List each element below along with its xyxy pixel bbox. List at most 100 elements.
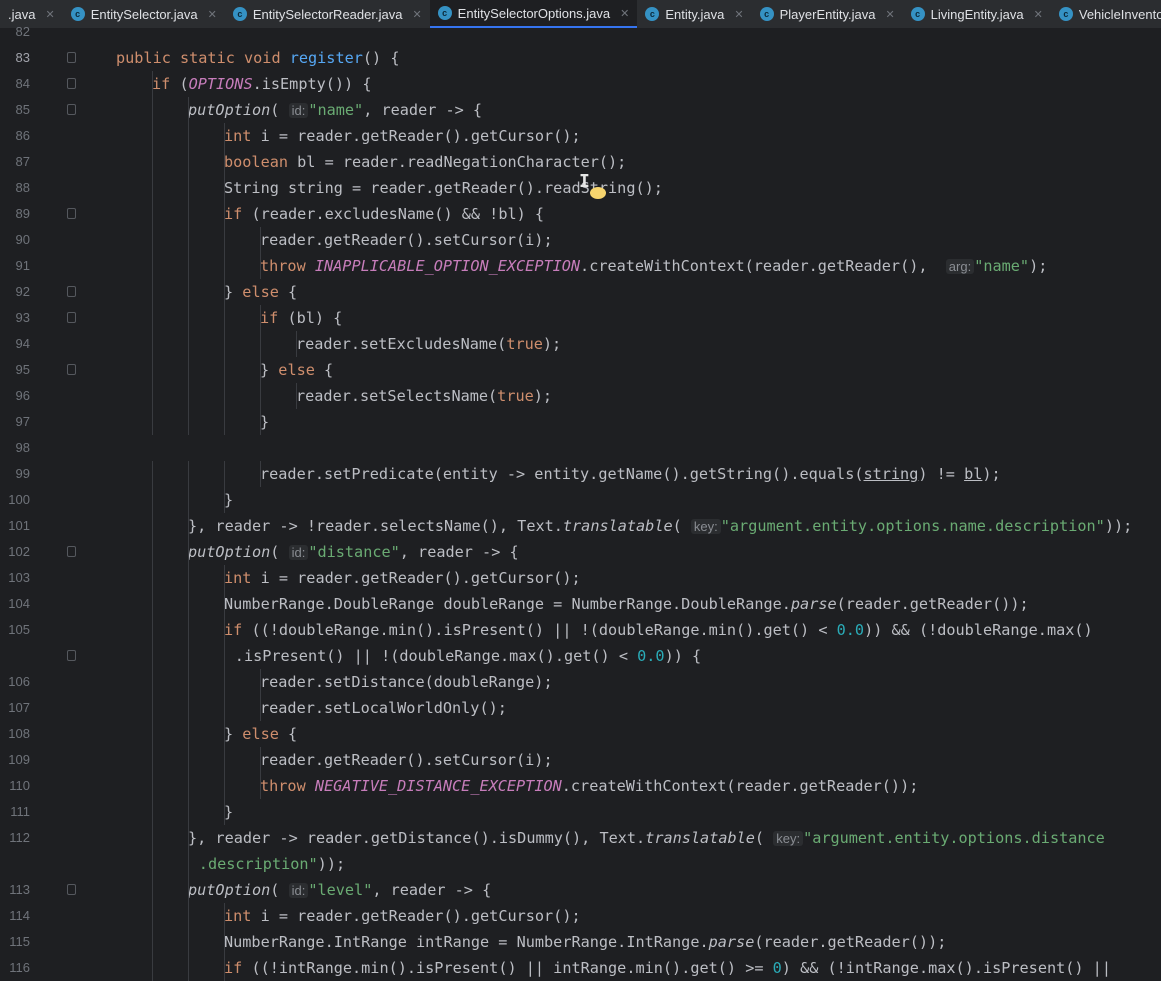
indent-guide [188,175,189,201]
fold-marker-icon[interactable] [67,52,76,63]
line-number: 115 [9,934,30,949]
code-line[interactable]: .description")); [0,851,1161,877]
fold-marker-icon[interactable] [67,364,76,375]
line-number: 102 [8,544,30,559]
code-line[interactable]: 83 public static void register() { [0,45,1161,71]
code-token: reader.getReader().setCursor(i); [260,231,553,249]
indent-guide [152,97,153,123]
fold-marker-icon[interactable] [67,208,76,219]
code-line[interactable]: 98 [0,435,1161,461]
code-line[interactable]: 111} [0,799,1161,825]
code-line[interactable]: 108} else { [0,721,1161,747]
line-number: 105 [8,622,30,637]
code-token: ( [270,101,289,119]
indent-guide [152,513,153,539]
code-line[interactable]: .isPresent() || !(doubleRange.max().get(… [0,643,1161,669]
code-line[interactable]: 82 [0,19,1161,45]
fold-marker-icon[interactable] [67,78,76,89]
code-line[interactable]: 91 throw INAPPLICABLE_OPTION_EXCEPTION.cr… [0,253,1161,279]
indent-guide [224,279,225,305]
code-token: "argument.entity.options.distance [803,829,1105,847]
indent-guide [152,487,153,513]
code-token: , reader -> { [363,101,483,119]
code-text: } [224,487,233,513]
code-token: (reader.excludesName() && !bl) { [251,205,545,223]
code-token: ( [179,75,189,93]
code-line[interactable]: 99 reader.setPredicate(entity -> entity.g… [0,461,1161,487]
indent-guide [224,903,225,929]
line-number: 96 [15,388,30,403]
code-line[interactable]: 96 reader.setSelectsName(true); [0,383,1161,409]
code-token: reader.getReader().setCursor(i); [260,751,553,769]
code-line[interactable]: 105 if ((!doubleRange.min().isPresent() |… [0,617,1161,643]
indent-guide [152,175,153,201]
code-line[interactable]: 102 putOption( id: "distance", reader -> { [0,539,1161,565]
code-token: else [242,283,289,301]
code-text: } else { [260,357,333,383]
indent-guide [152,617,153,643]
code-line[interactable]: 114 int i = reader.getReader().getCursor(… [0,903,1161,929]
code-token: throw [260,257,315,275]
code-token: , reader -> { [399,543,519,561]
code-line[interactable]: 97} [0,409,1161,435]
indent-guide [224,773,225,799]
code-line[interactable]: 106 reader.setDistance(doubleRange); [0,669,1161,695]
indent-guide [224,461,225,487]
fold-marker-icon[interactable] [67,312,76,323]
code-line[interactable]: 90 reader.getReader().setCursor(i); [0,227,1161,253]
code-line[interactable]: 84 if (OPTIONS.isEmpty()) { [0,71,1161,97]
code-line[interactable]: 94 reader.setExcludesName(true); [0,331,1161,357]
code-line[interactable]: 107 reader.setLocalWorldOnly(); [0,695,1161,721]
code-text: throw NEGATIVE_DISTANCE_EXCEPTION.create… [260,773,918,799]
code-token: } [224,803,234,821]
indent-guide [152,149,153,175]
code-text: reader.setPredicate(entity -> entity.get… [260,461,1001,487]
fold-marker-icon[interactable] [67,104,76,115]
code-line[interactable]: 89 if (reader.excludesName() && !bl) { [0,201,1161,227]
code-line[interactable]: 95 } else { [0,357,1161,383]
code-line[interactable]: 113 putOption( id: "level", reader -> { [0,877,1161,903]
indent-guide [152,747,153,773]
indent-guide [188,565,189,591]
indent-guide [152,123,153,149]
parameter-hint: key: [690,519,721,534]
fold-marker-icon[interactable] [67,650,76,661]
parameter-hint: id: [288,545,309,560]
code-line[interactable]: 92} else { [0,279,1161,305]
code-line[interactable]: 103 int i = reader.getReader().getCursor(… [0,565,1161,591]
indent-guide [188,617,189,643]
fold-marker-icon[interactable] [67,286,76,297]
indent-guide [188,643,189,669]
code-line[interactable]: 86 int i = reader.getReader().getCursor()… [0,123,1161,149]
code-text: }, reader -> !reader.selectsName(), Text… [188,513,1132,540]
close-icon[interactable]: ✕ [620,7,629,20]
code-line[interactable]: 110 throw NEGATIVE_DISTANCE_EXCEPTION.cre… [0,773,1161,799]
line-number: 100 [8,492,30,507]
code-token: int [224,569,261,587]
code-token: int [224,127,261,145]
line-number: 95 [15,362,30,377]
indent-guide [152,461,153,487]
indent-guide [152,383,153,409]
indent-guide [224,591,225,617]
fold-marker-icon[interactable] [67,546,76,557]
code-line[interactable]: 101}, reader -> !reader.selectsName(), T… [0,513,1161,539]
indent-guide [224,253,225,279]
code-line[interactable]: 100} [0,487,1161,513]
line-number: 98 [15,440,30,455]
code-line[interactable]: 109 reader.getReader().setCursor(i); [0,747,1161,773]
code-line[interactable]: 93 if (bl) { [0,305,1161,331]
indent-guide [260,227,261,253]
code-text: reader.setLocalWorldOnly(); [260,695,507,721]
code-token: { [288,725,298,743]
code-token: .createWithContext(reader.getReader(), [580,257,946,275]
code-line[interactable]: 85 putOption( id: "name", reader -> { [0,97,1161,123]
code-line[interactable]: 116 if ((!intRange.min().isPresent() || i… [0,955,1161,981]
code-line[interactable]: 104 NumberRange.DoubleRange doubleRange =… [0,591,1161,617]
code-line[interactable]: 115 NumberRange.IntRange intRange = Numbe… [0,929,1161,955]
indent-guide [152,539,153,565]
fold-marker-icon[interactable] [67,884,76,895]
code-line[interactable]: 112}, reader -> reader.getDistance().isD… [0,825,1161,851]
indent-guide [188,877,189,903]
code-token: ); [533,387,553,405]
